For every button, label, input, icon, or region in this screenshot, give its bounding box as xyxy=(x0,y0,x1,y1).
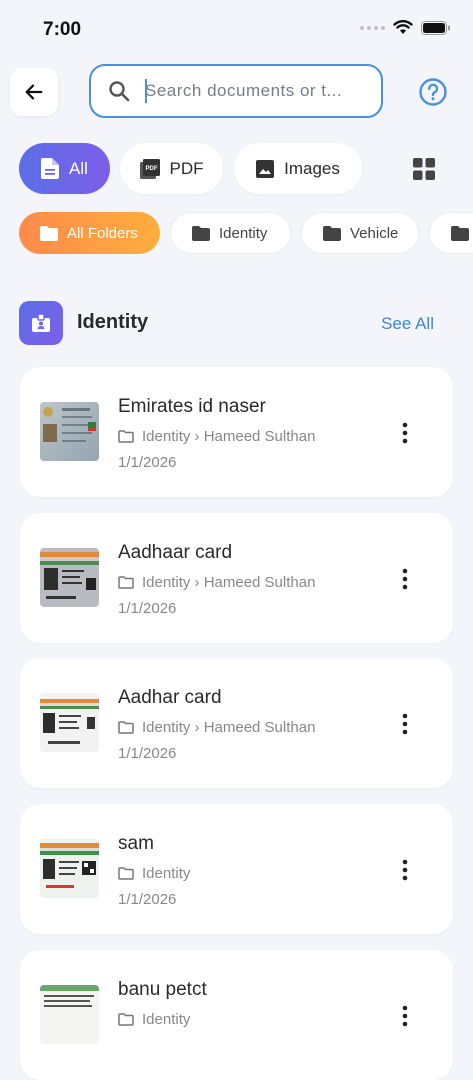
filter-chip-label: Images xyxy=(284,158,340,178)
document-thumbnail xyxy=(40,548,99,607)
more-options-button[interactable] xyxy=(393,421,417,445)
folder-outline-icon xyxy=(118,721,134,734)
document-thumbnail xyxy=(40,693,99,752)
folder-chip-all[interactable]: All Folders xyxy=(19,212,160,254)
folder-chip-identity[interactable]: Identity xyxy=(170,212,291,254)
document-path-text: Identity xyxy=(142,1011,191,1028)
document-path: Identity xyxy=(118,1011,190,1028)
more-vertical-icon xyxy=(402,568,408,590)
search-icon xyxy=(109,81,130,102)
folder-chip-vehicle[interactable]: Vehicle xyxy=(301,212,419,254)
document-card[interactable]: banu petct Identity xyxy=(20,950,453,1080)
document-thumbnail xyxy=(40,839,99,898)
document-path: Identity xyxy=(118,865,190,882)
more-options-button[interactable] xyxy=(393,1004,417,1028)
more-options-button[interactable] xyxy=(393,858,417,882)
more-options-button[interactable] xyxy=(393,712,417,736)
grid-view-icon[interactable] xyxy=(412,157,436,181)
document-path: Identity › Hameed Sulthan xyxy=(118,428,315,445)
filter-chip-label: PDF xyxy=(169,158,204,178)
document-title: Aadhaar card xyxy=(118,542,233,563)
document-path: Identity › Hameed Sulthan xyxy=(118,719,315,736)
folder-chip-label: Vehicle xyxy=(350,224,399,242)
more-options-button[interactable] xyxy=(393,567,417,591)
back-button[interactable] xyxy=(10,68,58,116)
document-card[interactable]: Aadhar card Identity › Hameed Sulthan 1/… xyxy=(20,658,453,788)
document-card[interactable]: sam Identity 1/1/2026 xyxy=(20,804,453,934)
pdf-icon: PDF xyxy=(139,158,160,179)
more-vertical-icon xyxy=(402,713,408,735)
status-time: 7:00 xyxy=(43,19,82,40)
document-path-text: Identity › Hameed Sulthan xyxy=(142,428,316,445)
id-badge-icon xyxy=(19,301,63,345)
filter-chip-images[interactable]: Images xyxy=(234,143,362,194)
document-date: 1/1/2026 xyxy=(118,454,177,471)
signal-icon xyxy=(360,25,385,30)
help-icon xyxy=(419,78,447,106)
folder-icon xyxy=(323,225,341,241)
document-thumbnail xyxy=(40,402,99,461)
document-title: Aadhar card xyxy=(118,687,222,708)
see-all-link[interactable]: See All xyxy=(381,314,434,334)
folder-outline-icon xyxy=(118,430,134,443)
type-filter-row: All PDF PDF Images xyxy=(19,143,459,194)
folder-icon xyxy=(451,225,469,241)
document-path: Identity › Hameed Sulthan xyxy=(118,574,315,591)
document-card[interactable]: Aadhaar card Identity › Hameed Sulthan 1… xyxy=(20,513,453,643)
document-path-text: Identity xyxy=(142,865,191,882)
document-icon xyxy=(41,158,60,179)
document-title: banu petct xyxy=(118,979,207,1000)
folder-icon xyxy=(40,225,58,241)
document-path-text: Identity › Hameed Sulthan xyxy=(142,574,316,591)
folder-outline-icon xyxy=(118,867,134,880)
folder-chip-label: Identity xyxy=(219,224,268,242)
document-date: 1/1/2026 xyxy=(118,745,177,762)
arrow-left-icon xyxy=(25,84,43,100)
more-vertical-icon xyxy=(402,422,408,444)
help-button[interactable] xyxy=(418,77,448,107)
section-title: Identity xyxy=(77,311,149,333)
section-header-identity: Identity See All xyxy=(19,301,454,345)
status-icons xyxy=(360,20,451,35)
folder-outline-icon xyxy=(118,1013,134,1026)
document-path-text: Identity › Hameed Sulthan xyxy=(142,719,316,736)
document-title: sam xyxy=(118,833,154,854)
folder-icon xyxy=(192,225,210,241)
folder-outline-icon xyxy=(118,576,134,589)
svg-text:PDF: PDF xyxy=(145,166,157,172)
document-thumbnail xyxy=(40,985,99,1044)
folder-chip-label: All Folders xyxy=(67,224,138,242)
status-bar: 7:00 xyxy=(0,0,473,58)
document-card[interactable]: Emirates id naser Identity › Hameed Sult… xyxy=(20,367,453,497)
document-date: 1/1/2026 xyxy=(118,891,177,908)
document-title: Emirates id naser xyxy=(118,396,266,417)
folder-chip-more[interactable] xyxy=(429,212,473,254)
more-vertical-icon xyxy=(402,859,408,881)
folder-filter-row: All Folders Identity Vehicle xyxy=(19,212,473,255)
header xyxy=(0,64,473,120)
image-icon xyxy=(256,159,275,178)
search-input[interactable] xyxy=(145,81,360,101)
document-date: 1/1/2026 xyxy=(118,600,177,617)
filter-chip-all[interactable]: All xyxy=(19,143,110,194)
filter-chip-pdf[interactable]: PDF PDF xyxy=(120,143,223,194)
search-box[interactable] xyxy=(89,64,383,118)
battery-icon xyxy=(421,20,450,35)
filter-chip-label: All xyxy=(69,158,88,178)
wifi-icon xyxy=(393,20,413,34)
